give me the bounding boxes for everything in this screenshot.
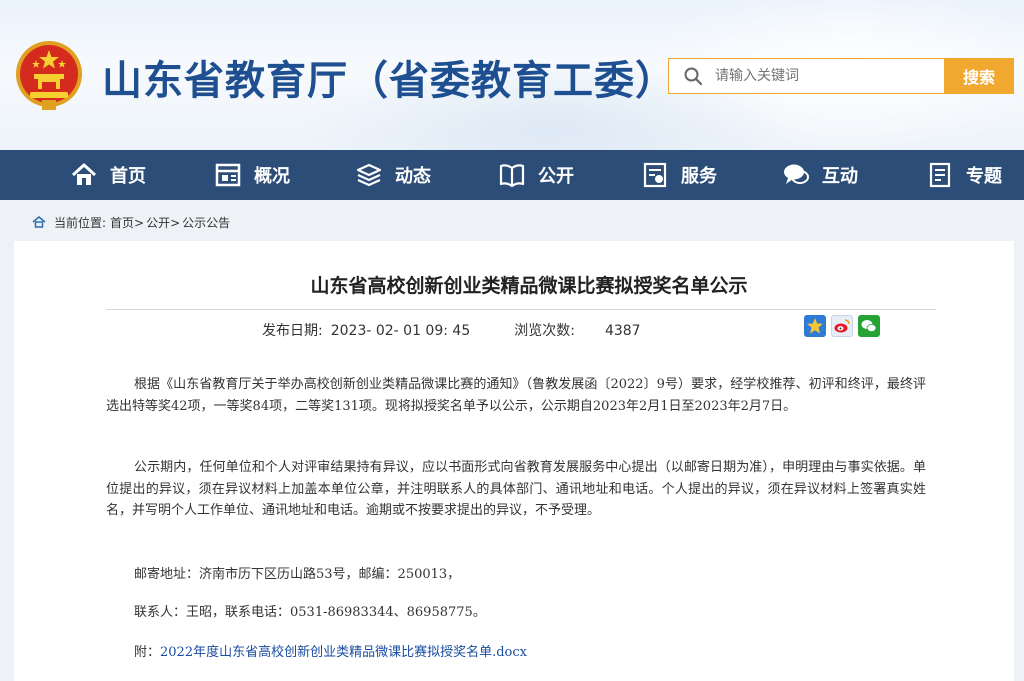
search-icon — [684, 67, 703, 86]
article-paragraph-1: 根据《山东省教育厅关于举办高校创新创业类精品微课比赛的通知》（鲁教发展函〔202… — [106, 377, 926, 414]
nav-item-overview[interactable]: 概况 — [214, 150, 290, 200]
wechat-icon[interactable] — [858, 315, 880, 337]
publish-label: 发布日期: — [262, 323, 323, 339]
attachment-label: 附： — [134, 645, 161, 660]
breadcrumb-open[interactable]: 公开> — [146, 214, 180, 231]
search-box — [668, 58, 945, 94]
article-title: 山东省高校创新创业类精品微课比赛拟授奖名单公示 — [310, 275, 748, 297]
title-divider — [106, 309, 936, 310]
site-header: 山东省教育厅（省委教育工委） 搜索 — [0, 0, 1024, 150]
site-title: 山东省教育厅（省委教育工委） — [102, 57, 676, 104]
search-input[interactable] — [713, 67, 917, 85]
nav-label: 概况 — [254, 166, 290, 187]
breadcrumb: 当前位置: 首页> 公开> 公示公告 — [32, 213, 230, 231]
book-icon — [499, 164, 525, 188]
views-count: 4387 — [604, 323, 641, 339]
main-nav: 首页 概况 动态 公开 服务 互动 专题 — [0, 150, 1024, 200]
nav-item-open[interactable]: 公开 — [498, 150, 574, 200]
breadcrumb-home-icon — [32, 216, 46, 228]
attachment-link[interactable]: 2022年度山东省高校创新创业类精品微课比赛拟授奖名单.docx — [160, 645, 527, 660]
breadcrumb-prefix: 当前位置: — [54, 215, 107, 230]
attachment-line: 附：2022年度山东省高校创新创业类精品微课比赛拟授奖名单.docx — [134, 641, 527, 660]
nav-item-news[interactable]: 动态 — [355, 150, 431, 200]
nav-item-interact[interactable]: 互动 — [782, 150, 858, 200]
article-panel: 山东省高校创新创业类精品微课比赛拟授奖名单公示 发布日期: 2023- 02- 0… — [14, 241, 1014, 681]
nav-label: 专题 — [966, 166, 1002, 187]
nav-label: 服务 — [681, 166, 717, 187]
nav-label: 互动 — [822, 166, 858, 187]
article-meta: 发布日期: 2023- 02- 01 09: 45 浏览次数: 4387 — [262, 320, 649, 340]
home-icon — [71, 163, 97, 185]
nav-label: 公开 — [538, 166, 574, 187]
mailing-address: 邮寄地址：济南市历下区历山路53号，邮编：250013， — [134, 567, 461, 582]
breadcrumb-home[interactable]: 首页> — [110, 214, 144, 231]
weibo-icon[interactable] — [831, 315, 853, 337]
publish-date: 2023- 02- 01 09: 45 — [330, 323, 471, 339]
overview-icon — [215, 163, 241, 187]
service-icon — [643, 162, 667, 188]
qzone-icon[interactable] — [804, 315, 826, 337]
nav-item-topic[interactable]: 专题 — [926, 150, 1002, 200]
nav-item-service[interactable]: 服务 — [641, 150, 717, 200]
contact-info: 联系人：王昭，联系电话：0531-86983344、86958775。 — [134, 605, 486, 620]
search-button[interactable]: 搜索 — [944, 58, 1014, 94]
national-emblem-icon — [16, 41, 82, 110]
topic-icon — [929, 162, 951, 188]
article-paragraph-2: 公示期内，任何单位和个人对评审结果持有异议，应以书面形式向省教育发展服务中心提出… — [106, 460, 926, 518]
nav-label: 动态 — [395, 166, 431, 187]
share-buttons — [804, 315, 885, 337]
chat-icon — [784, 164, 809, 184]
views-label: 浏览次数: — [514, 323, 575, 339]
news-icon — [356, 163, 382, 187]
nav-label: 首页 — [110, 166, 146, 187]
breadcrumb-current[interactable]: 公示公告 — [182, 214, 230, 231]
nav-item-home[interactable]: 首页 — [70, 150, 146, 200]
